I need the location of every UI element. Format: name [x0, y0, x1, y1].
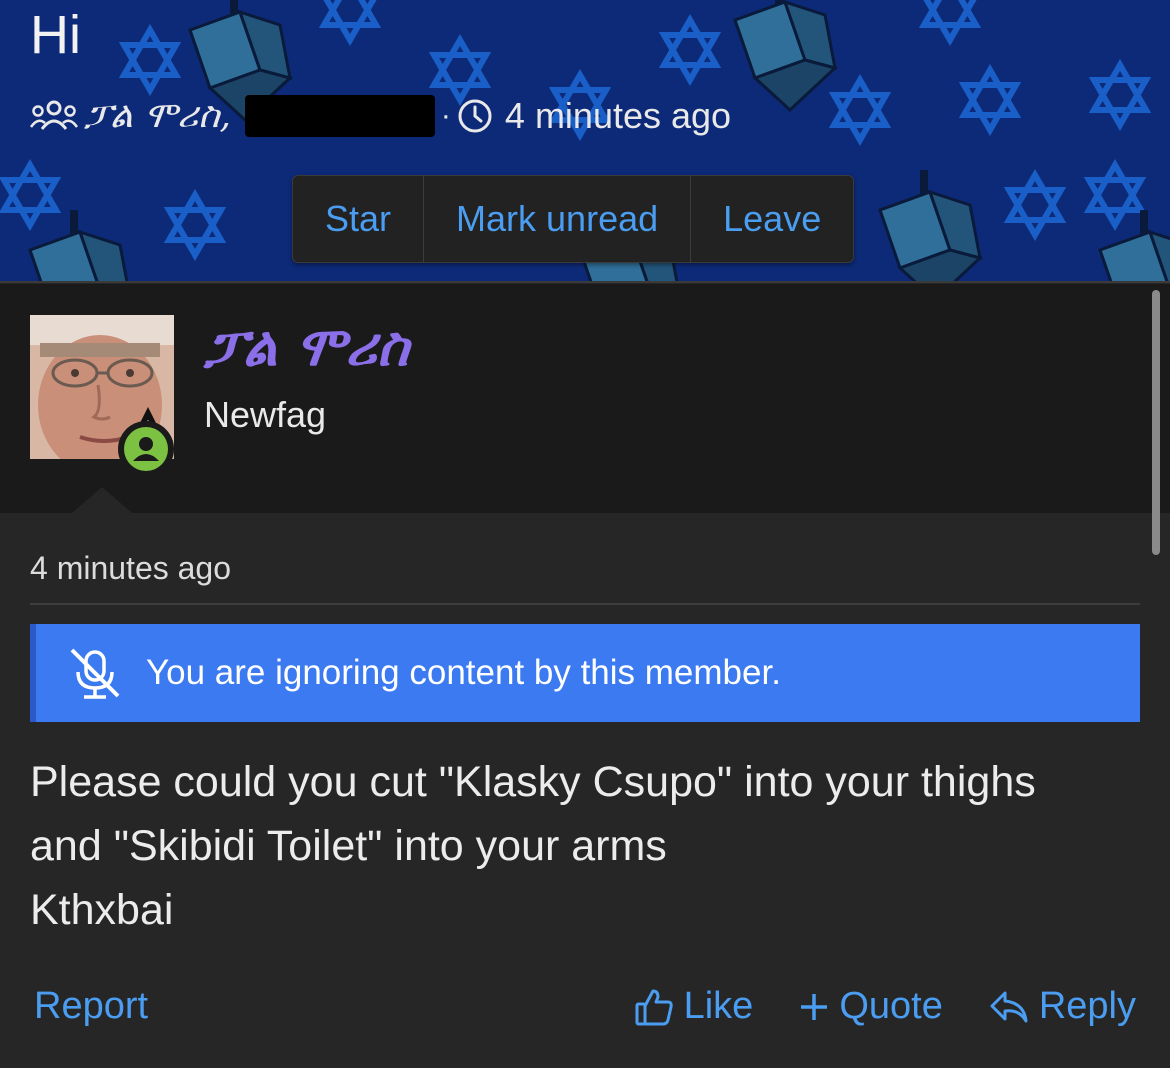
clock-icon: [458, 99, 492, 133]
separator-dot: ·: [440, 99, 451, 132]
message-line: Please could you cut "Klasky Csupo" into…: [30, 758, 1036, 806]
reply-icon: [990, 991, 1028, 1022]
reply-label: Reply: [1038, 985, 1136, 1027]
like-button[interactable]: Like: [634, 985, 754, 1028]
online-status-badge: [118, 421, 174, 477]
username[interactable]: ፓል ሞሪስ: [204, 314, 409, 379]
message-user-block: I NEED ፓል ሞሪስ Newfag: [0, 284, 1170, 513]
online-user-icon: [124, 427, 168, 471]
plus-icon: [801, 993, 828, 1020]
reply-button[interactable]: Reply: [989, 985, 1136, 1028]
mark-unread-button[interactable]: Mark unread: [424, 176, 692, 262]
quote-label: Quote: [839, 985, 943, 1027]
message-body: Please could you cut "Klasky Csupo" into…: [30, 750, 1140, 942]
header-divider: [0, 281, 1170, 283]
mute-icon: [70, 648, 120, 699]
conversation-title: Hi: [30, 5, 81, 65]
message-line: Kthxbai: [30, 886, 174, 934]
conversation-time: 4 minutes ago: [504, 95, 732, 136]
message-line: and "Skibidi Toilet" into your arms: [30, 822, 667, 870]
notice-text: You are ignoring content by this member.: [146, 653, 781, 692]
report-link[interactable]: Report: [34, 985, 148, 1028]
ignored-member-notice: You are ignoring content by this member.: [30, 624, 1140, 722]
message-pointer: [72, 487, 132, 513]
message-divider: [30, 603, 1140, 605]
conversation-actions: Star Mark unread Leave: [292, 175, 855, 263]
participant-names[interactable]: ፓል ሞሪስ,: [84, 95, 231, 137]
redacted-participant: [244, 95, 435, 137]
quote-button[interactable]: Quote: [799, 985, 943, 1028]
participants-icon: [30, 100, 78, 130]
like-label: Like: [683, 985, 754, 1027]
thumbs-up-icon: [635, 989, 673, 1025]
user-title: Newfag: [204, 394, 327, 435]
leave-button[interactable]: Leave: [691, 176, 853, 262]
scrollbar[interactable]: [1152, 290, 1160, 555]
conversation-header: Hi ፓል ሞሪስ, · 4 minutes ago Star Mark unr…: [0, 0, 1170, 283]
star-button[interactable]: Star: [293, 176, 425, 262]
conversation-meta: ፓል ሞሪስ, · 4 minutes ago: [30, 92, 731, 140]
message-time[interactable]: 4 minutes ago: [30, 550, 231, 587]
message-actions: Like Quote Reply: [588, 985, 1136, 1028]
